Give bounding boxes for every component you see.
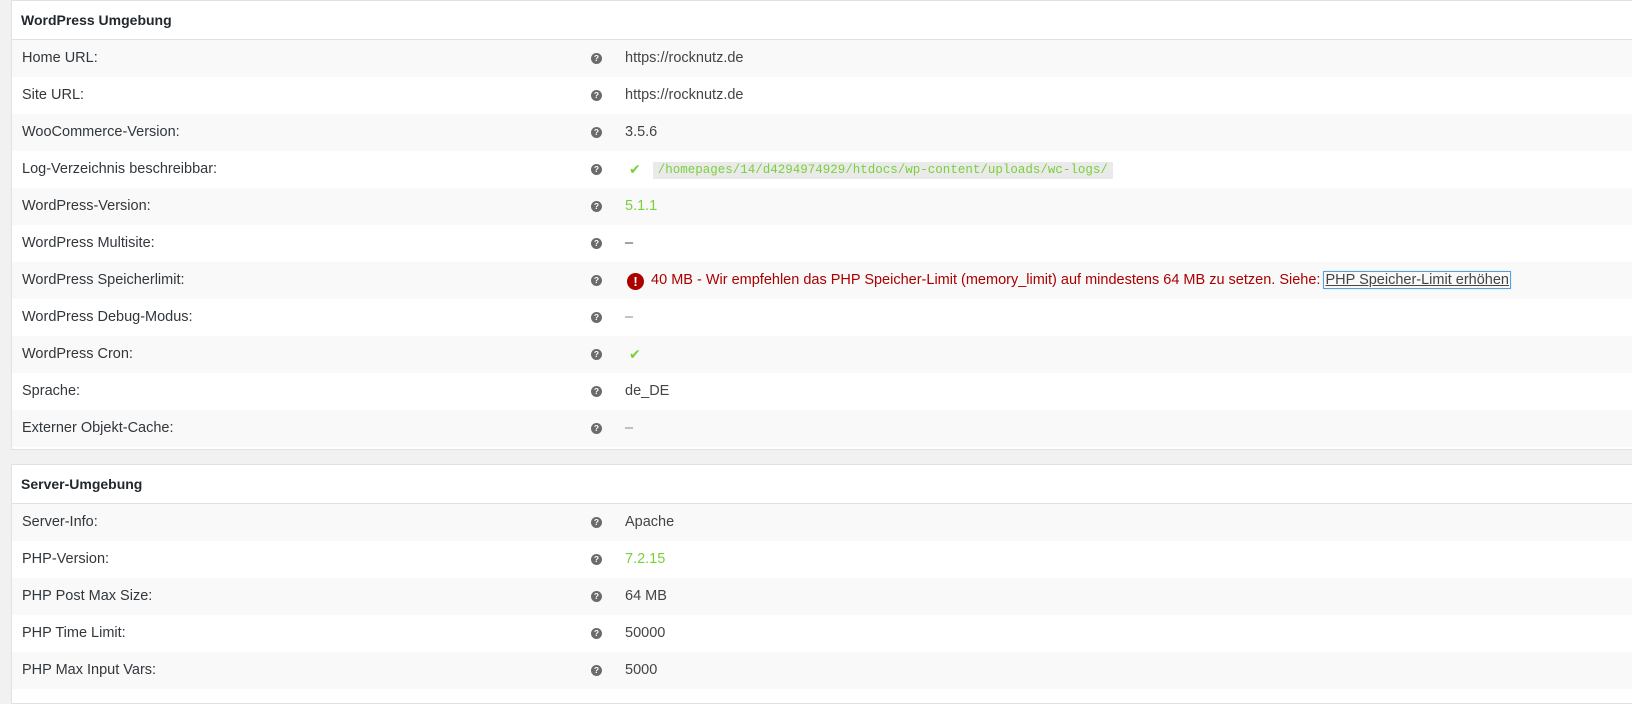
help-icon[interactable]: ? xyxy=(591,517,602,528)
row-label: PHP-Version: xyxy=(22,551,110,567)
server-environment-panel: Server-Umgebung Server-Info: ? Apache PH… xyxy=(11,464,1632,704)
status-row-multisite: WordPress Multisite: ? – xyxy=(12,225,1632,262)
row-label: Home URL: xyxy=(22,50,98,66)
memory-limit-message: 40 MB - Wir empfehlen das PHP Speicher-L… xyxy=(651,272,1321,288)
row-label: Externer Objekt-Cache: xyxy=(22,420,174,436)
status-row-language: Sprache: ? de_DE xyxy=(12,373,1632,410)
status-row-home-url: Home URL: ? https://rocknutz.de xyxy=(12,40,1632,77)
status-row-object-cache: Externer Objekt-Cache: ? – xyxy=(12,410,1632,447)
status-row-php-version: PHP-Version: ? 7.2.15 xyxy=(12,541,1632,578)
check-icon: ✔ xyxy=(629,161,641,177)
row-label: Server-Info: xyxy=(22,514,98,530)
row-value: https://rocknutz.de xyxy=(625,50,744,66)
status-row-memory-limit: WordPress Speicherlimit: ? ! 40 MB - Wir… xyxy=(12,262,1632,299)
row-value: ✔ xyxy=(625,336,641,374)
row-value: Apache xyxy=(625,514,675,530)
status-row-wc-version: WooCommerce-Version: ? 3.5.6 xyxy=(12,114,1632,151)
row-label: WooCommerce-Version: xyxy=(22,124,180,140)
row-label: Site URL: xyxy=(22,87,85,103)
log-dir-path: /homepages/14/d4294974929/htdocs/wp-cont… xyxy=(652,161,1113,179)
help-icon[interactable]: ? xyxy=(591,201,602,212)
row-value: https://rocknutz.de xyxy=(625,87,744,103)
status-row-time-limit: PHP Time Limit: ? 50000 xyxy=(12,615,1632,652)
wordpress-environment-panel: WordPress Umgebung Home URL: ? https://r… xyxy=(11,0,1632,450)
help-icon[interactable]: ? xyxy=(591,665,602,676)
row-label: Sprache: xyxy=(22,383,81,399)
status-row-post-max-size: PHP Post Max Size: ? 64 MB xyxy=(12,578,1632,615)
status-row-site-url: Site URL: ? https://rocknutz.de xyxy=(12,77,1632,114)
row-value: – xyxy=(625,309,634,325)
status-row-cron: WordPress Cron: ? ✔ xyxy=(12,336,1632,373)
help-icon[interactable]: ? xyxy=(591,90,602,101)
status-row-max-input-vars: PHP Max Input Vars: ? 5000 xyxy=(12,652,1632,689)
help-icon[interactable]: ? xyxy=(591,53,602,64)
help-icon[interactable]: ? xyxy=(591,238,602,249)
row-label: WordPress-Version: xyxy=(22,198,151,214)
row-label: WordPress Speicherlimit: xyxy=(22,272,185,288)
status-row-server-info: Server-Info: ? Apache xyxy=(12,504,1632,541)
row-label: Log-Verzeichnis beschreibbar: xyxy=(22,161,218,177)
row-value: de_DE xyxy=(625,383,670,399)
row-label: PHP Post Max Size: xyxy=(22,588,153,604)
status-row-debug-mode: WordPress Debug-Modus: ? – xyxy=(12,299,1632,336)
increase-memory-limit-link[interactable]: PHP Speicher-Limit erhöhen xyxy=(1323,271,1511,289)
status-row-wp-version: WordPress-Version: ? 5.1.1 xyxy=(12,188,1632,225)
help-icon[interactable]: ? xyxy=(591,312,602,323)
help-icon[interactable]: ? xyxy=(591,275,602,286)
check-icon: ✔ xyxy=(629,346,641,362)
status-row-log-dir: Log-Verzeichnis beschreibbar: ? ✔ /homep… xyxy=(12,151,1632,188)
help-icon[interactable]: ? xyxy=(591,591,602,602)
row-label: WordPress Multisite: xyxy=(22,235,155,251)
help-icon[interactable]: ? xyxy=(591,127,602,138)
row-value: 3.5.6 xyxy=(625,124,658,140)
error-icon: ! xyxy=(627,273,644,290)
row-value: 5000 xyxy=(625,662,658,678)
row-label: WordPress Cron: xyxy=(22,346,133,362)
help-icon[interactable]: ? xyxy=(591,423,602,434)
row-label: PHP Max Input Vars: xyxy=(22,662,157,678)
row-value: 7.2.15 xyxy=(625,551,666,567)
row-value: – xyxy=(625,420,634,436)
row-value: 64 MB xyxy=(625,588,667,604)
row-value: ! 40 MB - Wir empfehlen das PHP Speicher… xyxy=(625,262,1511,299)
help-icon[interactable]: ? xyxy=(591,386,602,397)
row-value: – xyxy=(625,235,634,251)
row-value: ✔ /homepages/14/d4294974929/htdocs/wp-co… xyxy=(625,151,1113,189)
row-value: 5.1.1 xyxy=(625,198,658,214)
row-label: PHP Time Limit: xyxy=(22,625,126,641)
row-label: WordPress Debug-Modus: xyxy=(22,309,193,325)
help-icon[interactable]: ? xyxy=(591,628,602,639)
help-icon[interactable]: ? xyxy=(591,164,602,175)
section-title: Server-Umgebung xyxy=(12,465,1632,504)
help-icon[interactable]: ? xyxy=(591,554,602,565)
row-value: 50000 xyxy=(625,625,666,641)
section-title: WordPress Umgebung xyxy=(12,1,1632,40)
help-icon[interactable]: ? xyxy=(591,349,602,360)
